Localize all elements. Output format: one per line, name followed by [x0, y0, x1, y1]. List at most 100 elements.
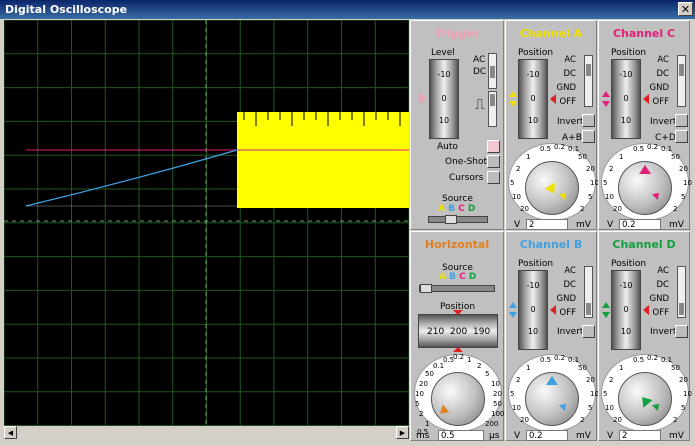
- dial-label: 2: [673, 416, 678, 424]
- position-up-icon[interactable]: [509, 91, 517, 97]
- timebase-unit-us: µs: [489, 431, 500, 441]
- position-down-icon[interactable]: [602, 312, 610, 318]
- cursors-label: Cursors: [449, 173, 484, 183]
- oneshot-button[interactable]: [487, 155, 500, 168]
- timebase-knob[interactable]: [431, 372, 485, 426]
- invert-button[interactable]: [582, 325, 595, 338]
- volts-value-field[interactable]: 0.2: [526, 430, 568, 441]
- position-bottom-marker-icon: [453, 347, 463, 352]
- dial-label: 20: [679, 376, 688, 384]
- coupling-switch[interactable]: [677, 55, 686, 107]
- dial-label: 0.5: [540, 356, 552, 364]
- coupling-switch[interactable]: [677, 266, 686, 318]
- level-label: Level: [431, 48, 455, 58]
- dial-label: 5: [681, 404, 686, 412]
- scroll-left-icon[interactable]: ◀: [4, 426, 17, 439]
- window-title: Digital Oscilloscope: [5, 3, 128, 16]
- volts-value-field[interactable]: 0.2: [619, 219, 661, 230]
- slider-thumb[interactable]: [445, 215, 457, 224]
- volts-value-field[interactable]: 2: [619, 430, 661, 441]
- edge-switch[interactable]: [488, 91, 497, 127]
- dial-label: 5: [603, 390, 608, 398]
- auto-button[interactable]: [487, 140, 500, 153]
- knob-indicator-icon: [546, 376, 558, 385]
- dial-label: 0.1: [433, 362, 445, 370]
- position-drum[interactable]: -10 0 10: [611, 59, 641, 139]
- mode-label-ac: AC: [564, 266, 576, 276]
- dial-label: 2: [516, 165, 521, 173]
- drum-tick: 210: [427, 327, 445, 337]
- channel-d-panel: Channel D Position -10 0 10 AC DC GND OFF Inv…: [598, 231, 692, 441]
- dial-label: 200: [485, 420, 499, 428]
- channel-a-trace: [237, 112, 409, 208]
- dial-label: 0.2: [554, 143, 566, 151]
- drum-tick: 0: [530, 94, 536, 103]
- position-up-icon[interactable]: [602, 91, 610, 97]
- trigger-title: Trigger: [434, 27, 480, 40]
- dial-label: 0.2: [647, 143, 659, 151]
- source-a: A: [438, 204, 445, 214]
- invert-button[interactable]: [582, 114, 595, 127]
- dial-label: 0.1: [568, 145, 580, 153]
- cursors-button[interactable]: [487, 171, 500, 184]
- dial-label: 5: [510, 390, 515, 398]
- coupling-switch[interactable]: [488, 53, 497, 89]
- auto-label: Auto: [437, 142, 458, 152]
- coupling-switch[interactable]: [584, 55, 593, 107]
- dial-label: 0.1: [661, 145, 673, 153]
- position-down-icon[interactable]: [509, 101, 517, 107]
- trigger-source-slider[interactable]: [428, 215, 488, 224]
- position-drum[interactable]: -10 0 10: [518, 59, 548, 139]
- position-drum[interactable]: -10 0 10: [611, 270, 641, 350]
- position-marker-icon: [550, 94, 556, 104]
- drum-tick: -10: [526, 281, 540, 290]
- sum-label: C+D: [655, 133, 676, 143]
- drum-tick: 200: [450, 327, 468, 337]
- dial-label: 5: [588, 404, 593, 412]
- drum-tick: 10: [527, 116, 539, 125]
- dial-label: 0.2: [554, 354, 566, 362]
- drum-tick: -10: [437, 70, 451, 79]
- close-button[interactable]: ✕: [678, 2, 693, 16]
- position-up-icon[interactable]: [509, 302, 517, 308]
- mode-label-off: OFF: [559, 308, 576, 318]
- horizontal-source-slider[interactable]: [419, 284, 495, 293]
- dial-label: 5: [603, 179, 608, 187]
- dial-label: 1: [526, 153, 531, 161]
- dial-label: 10: [512, 193, 521, 201]
- horizontal-source-options: A B C D: [439, 272, 476, 282]
- sum-button[interactable]: [582, 130, 595, 143]
- mode-label-off: OFF: [652, 308, 669, 318]
- source-c: C: [458, 204, 465, 214]
- mode-label-off: OFF: [652, 97, 669, 107]
- scroll-right-icon[interactable]: ▶: [396, 426, 409, 439]
- mode-label-gnd: GND: [556, 294, 577, 304]
- position-label: Position: [518, 259, 554, 269]
- slider-thumb[interactable]: [420, 284, 432, 293]
- position-top-marker-icon: [453, 310, 463, 315]
- dial-label: 0.2: [647, 354, 659, 362]
- horizontal-position-drum[interactable]: 210 200 190: [418, 314, 498, 348]
- drum-tick: -10: [619, 281, 633, 290]
- unit-volts: V: [514, 431, 521, 441]
- horizontal-scrollbar[interactable]: ◀ ▶: [4, 426, 409, 440]
- invert-button[interactable]: [675, 325, 688, 338]
- dial-label: 50: [671, 153, 680, 161]
- dial-label: 2: [477, 362, 482, 370]
- dial-label: 2: [419, 410, 424, 418]
- timebase-value-field[interactable]: 0.5: [438, 430, 484, 441]
- sum-button[interactable]: [675, 130, 688, 143]
- volts-value-field[interactable]: 2: [526, 219, 568, 230]
- position-marker-icon: [643, 305, 649, 315]
- mode-label-dc: DC: [563, 280, 576, 290]
- channel-title: Channel D: [612, 238, 676, 251]
- dial-label: 50: [578, 364, 587, 372]
- position-drum[interactable]: -10 0 10: [518, 270, 548, 350]
- coupling-switch[interactable]: [584, 266, 593, 318]
- position-down-icon[interactable]: [509, 312, 517, 318]
- level-drum[interactable]: -10 0 10: [429, 59, 459, 139]
- position-down-icon[interactable]: [602, 101, 610, 107]
- source-a: A: [439, 272, 446, 282]
- position-up-icon[interactable]: [602, 302, 610, 308]
- invert-button[interactable]: [675, 114, 688, 127]
